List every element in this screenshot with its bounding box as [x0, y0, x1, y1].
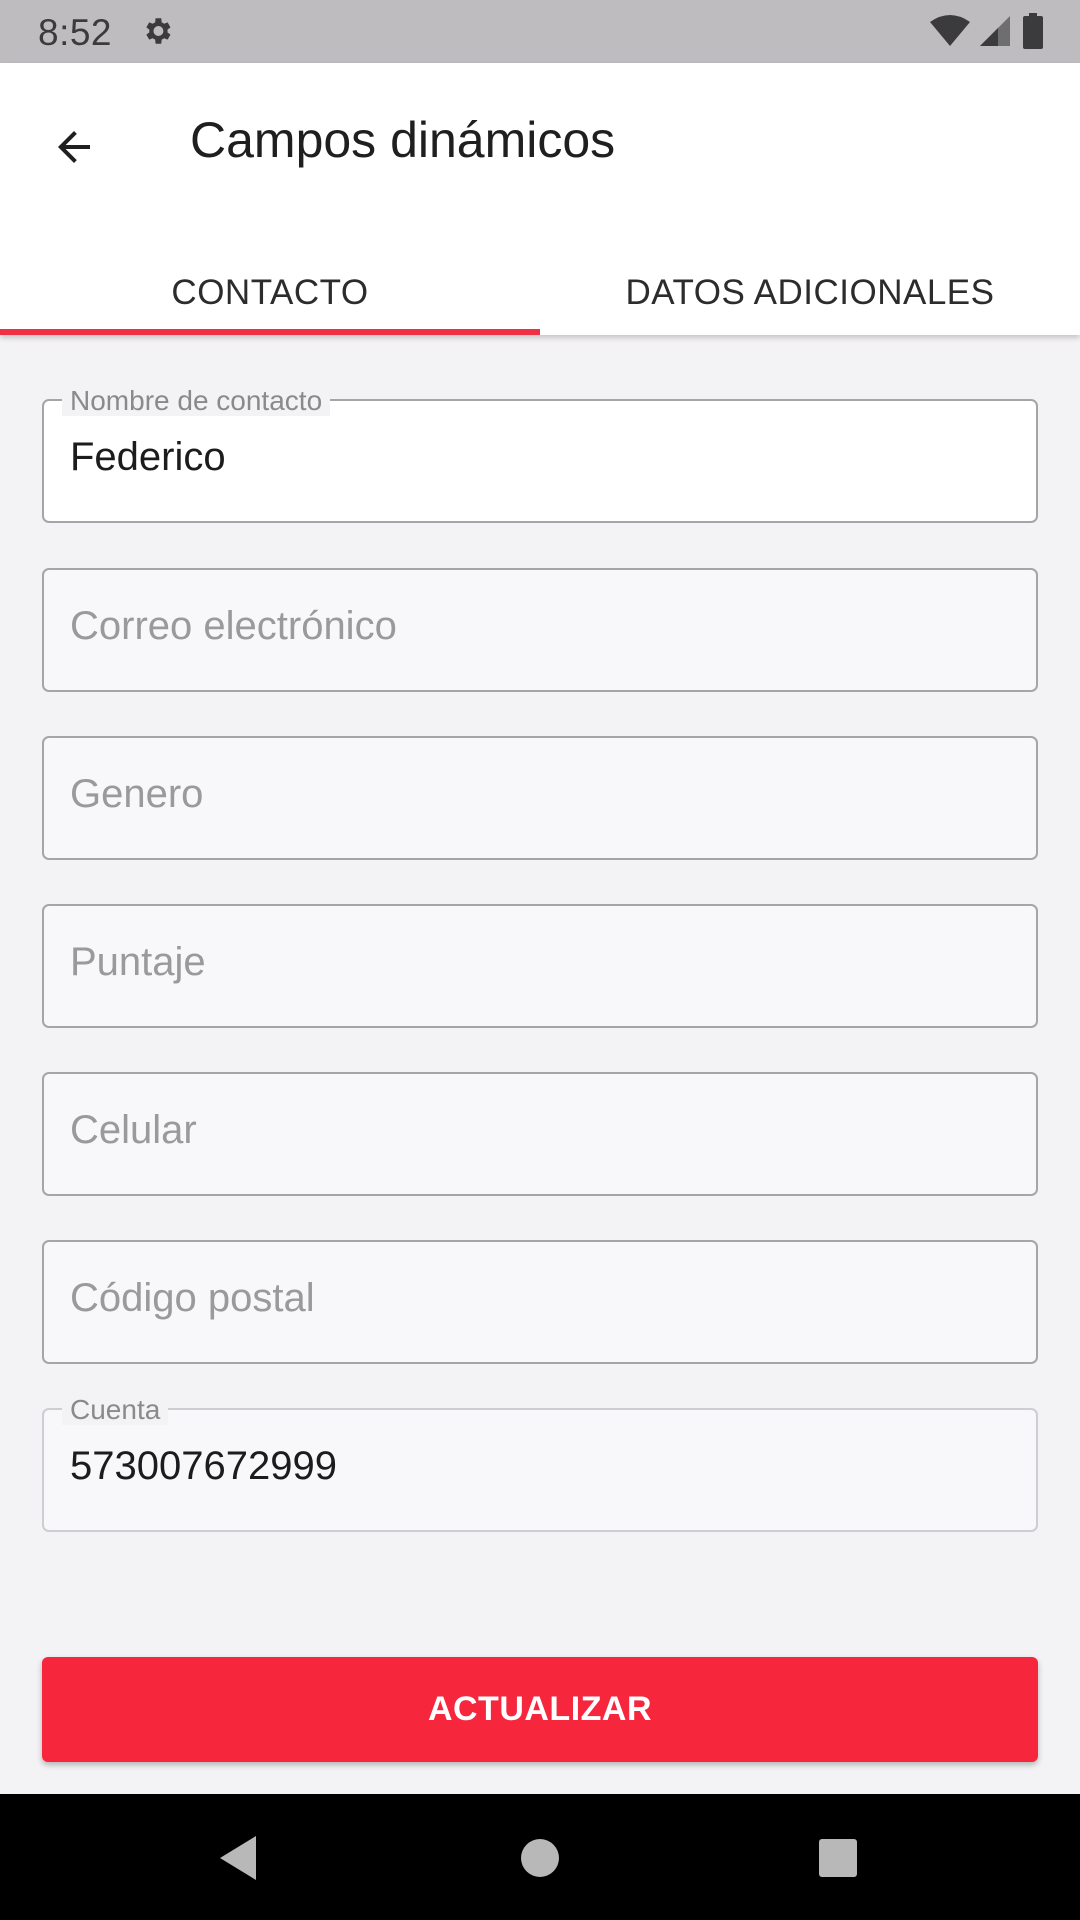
tab-indicator — [0, 329, 540, 335]
battery-icon — [1022, 13, 1044, 54]
tab-contacto[interactable]: CONTACTO — [0, 251, 540, 335]
tab-bar: CONTACTO DATOS ADICIONALES — [0, 251, 1080, 335]
wifi-icon — [930, 14, 970, 53]
gender-placeholder: Genero — [70, 772, 204, 816]
system-nav-bar — [0, 1794, 1080, 1920]
back-triangle-icon[interactable] — [210, 1830, 266, 1886]
account-field: Cuenta 573007672999 — [42, 1395, 1038, 1532]
email-placeholder: Correo electrónico — [70, 604, 397, 648]
postal-code-placeholder: Código postal — [70, 1276, 315, 1320]
account-label: Cuenta — [62, 1395, 169, 1425]
postal-code-field[interactable]: Código postal — [42, 1240, 1038, 1364]
update-button[interactable]: ACTUALIZAR — [42, 1657, 1038, 1762]
mobile-field[interactable]: Celular — [42, 1072, 1038, 1196]
score-field[interactable]: Puntaje — [42, 904, 1038, 1028]
back-button[interactable] — [36, 109, 112, 185]
score-placeholder: Puntaje — [70, 940, 206, 984]
page-title: Campos dinámicos — [190, 112, 616, 168]
app-bar: Campos dinámicos CONTACTO DATOS ADICIONA… — [0, 63, 1080, 335]
recents-square-icon[interactable] — [810, 1830, 866, 1886]
contact-name-field[interactable]: Nombre de contacto Federico — [42, 386, 1038, 523]
contact-name-label: Nombre de contacto — [62, 386, 331, 416]
signal-icon — [980, 14, 1012, 53]
tab-datos-adicionales[interactable]: DATOS ADICIONALES — [540, 251, 1080, 335]
contact-name-value: Federico — [70, 435, 226, 479]
gear-icon — [140, 14, 174, 48]
status-bar: 8:52 — [0, 0, 1080, 63]
mobile-placeholder: Celular — [70, 1108, 197, 1152]
arrow-back-icon — [58, 131, 90, 163]
email-field[interactable]: Correo electrónico — [42, 568, 1038, 692]
home-circle-icon[interactable] — [512, 1830, 568, 1886]
account-value: 573007672999 — [70, 1444, 337, 1488]
gender-field[interactable]: Genero — [42, 736, 1038, 860]
status-time: 8:52 — [38, 12, 113, 53]
